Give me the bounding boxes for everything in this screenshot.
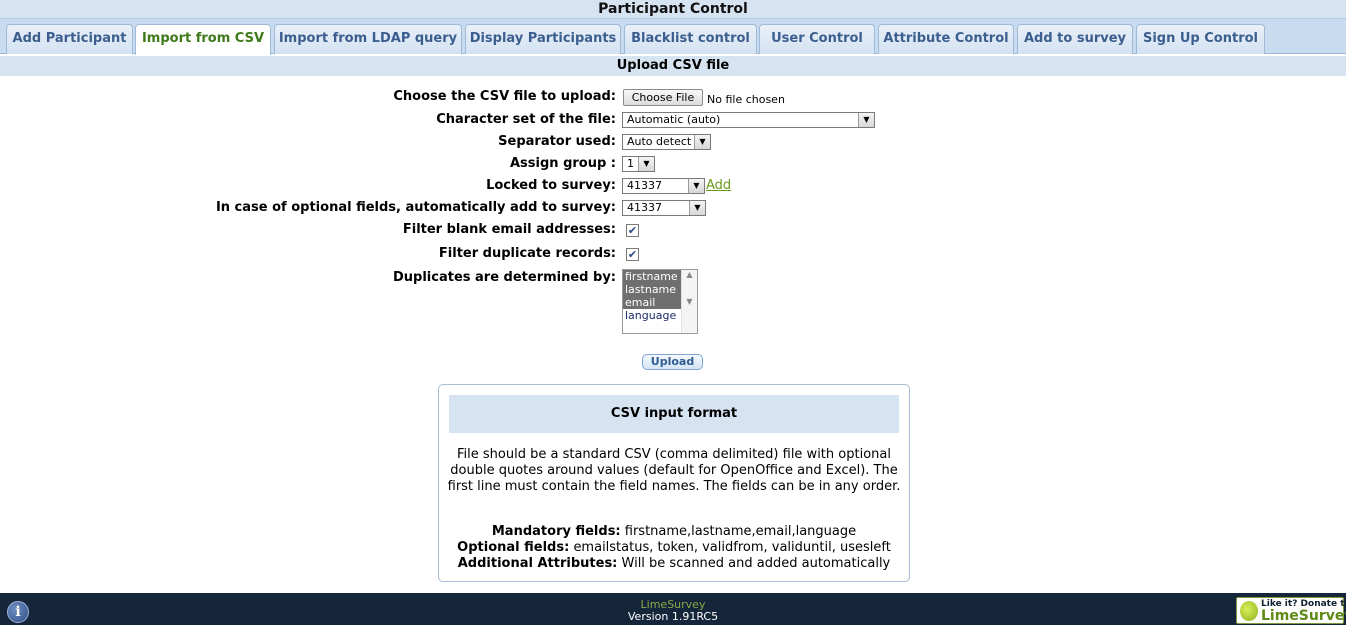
- tab-user-control[interactable]: User Control: [759, 24, 875, 54]
- filter-duplicate-checkbox[interactable]: ✔: [626, 248, 639, 261]
- filter-blank-checkbox[interactable]: ✔: [626, 224, 639, 237]
- tab-blacklist-control[interactable]: Blacklist control: [624, 24, 757, 54]
- duplicates-label: Duplicates are determined by:: [392, 270, 616, 285]
- charset-label: Character set of the file:: [436, 112, 616, 127]
- chevron-down-icon: ▼: [688, 179, 704, 193]
- csv-format-description: File should be a standard CSV (comma del…: [447, 447, 901, 494]
- tab-import-csv[interactable]: Import from CSV: [135, 24, 271, 55]
- tab-bar: Add Participant Import from CSV Import f…: [0, 18, 1346, 55]
- locked-label: Locked to survey:: [486, 178, 616, 193]
- file-status: No file chosen: [707, 93, 785, 106]
- section-title: Upload CSV file: [0, 56, 1346, 76]
- tab-signup-control[interactable]: Sign Up Control: [1136, 24, 1265, 54]
- charset-value: Automatic (auto): [627, 113, 721, 126]
- page-title: Participant Control: [0, 0, 1346, 18]
- csv-format-box: CSV input format File should be a standa…: [438, 384, 910, 582]
- separator-label: Separator used:: [498, 134, 616, 149]
- additional-attributes-label: Additional Attributes:: [457, 556, 618, 571]
- optional-fields-info-label: Optional fields:: [457, 540, 570, 555]
- chevron-down-icon: ▼: [694, 135, 710, 149]
- additional-attributes-value: Will be scanned and added automatically: [621, 556, 891, 571]
- lime-logo-icon: [1240, 601, 1258, 621]
- optional-fields-value: emailstatus, token, validfrom, validunti…: [573, 540, 891, 555]
- footer: i LimeSurvey Version 1.91RC5 Like it? Do…: [0, 593, 1346, 625]
- file-label: Choose the CSV file to upload:: [393, 89, 616, 104]
- separator-value: Auto detect: [627, 135, 692, 148]
- separator-select[interactable]: Auto detect ▼: [622, 134, 711, 150]
- mandatory-fields-label: Mandatory fields:: [491, 524, 621, 539]
- locked-survey-select[interactable]: 41337 ▼: [622, 178, 705, 194]
- tab-add-to-survey[interactable]: Add to survey: [1017, 24, 1133, 54]
- mandatory-fields-value: firstname,lastname,email,language: [624, 524, 857, 539]
- filter-blank-label: Filter blank email addresses:: [402, 222, 616, 237]
- filter-duplicate-label: Filter duplicate records:: [438, 246, 616, 261]
- charset-select[interactable]: Automatic (auto) ▼: [622, 112, 875, 128]
- upload-button[interactable]: Upload: [642, 354, 703, 370]
- csv-format-title: CSV input format: [449, 395, 899, 433]
- add-survey-link[interactable]: Add: [706, 178, 731, 193]
- list-item[interactable]: language: [623, 309, 681, 322]
- tab-import-ldap[interactable]: Import from LDAP query: [274, 24, 462, 54]
- duplicates-listbox[interactable]: firstname lastname email language ▲ ▼: [622, 269, 698, 334]
- footer-version: Version 1.91RC5: [627, 610, 719, 623]
- mandatory-fields-line: Mandatory fields: firstname,lastname,ema…: [447, 524, 901, 540]
- group-value: 1: [627, 157, 634, 170]
- tab-attribute-control[interactable]: Attribute Control: [878, 24, 1014, 54]
- chevron-down-icon: ▼: [638, 157, 654, 171]
- list-item[interactable]: firstname: [623, 270, 681, 283]
- tab-display-participants[interactable]: Display Participants: [465, 24, 621, 54]
- additional-attributes-line: Additional Attributes: Will be scanned a…: [447, 556, 901, 572]
- chevron-down-icon: ▼: [858, 113, 874, 127]
- optional-value: 41337: [627, 201, 662, 214]
- chevron-down-icon: ▼: [689, 201, 705, 215]
- locked-value: 41337: [627, 179, 662, 192]
- list-item[interactable]: lastname: [623, 283, 681, 296]
- optional-fields-line: Optional fields: emailstatus, token, val…: [447, 540, 901, 556]
- tab-add-participant[interactable]: Add Participant: [6, 24, 133, 54]
- list-item[interactable]: email: [623, 296, 681, 309]
- group-select[interactable]: 1 ▼: [622, 156, 655, 172]
- optional-fields-label: In case of optional fields, automaticall…: [215, 200, 616, 215]
- group-label: Assign group :: [509, 156, 616, 171]
- optional-survey-select[interactable]: 41337 ▼: [622, 200, 706, 216]
- scrollbar[interactable]: ▲ ▼: [681, 270, 697, 333]
- donate-button[interactable]: Like it? Donate to LimeSurvey: [1236, 597, 1346, 624]
- donate-line2: LimeSurvey: [1261, 608, 1346, 624]
- choose-file-button[interactable]: Choose File: [623, 89, 703, 106]
